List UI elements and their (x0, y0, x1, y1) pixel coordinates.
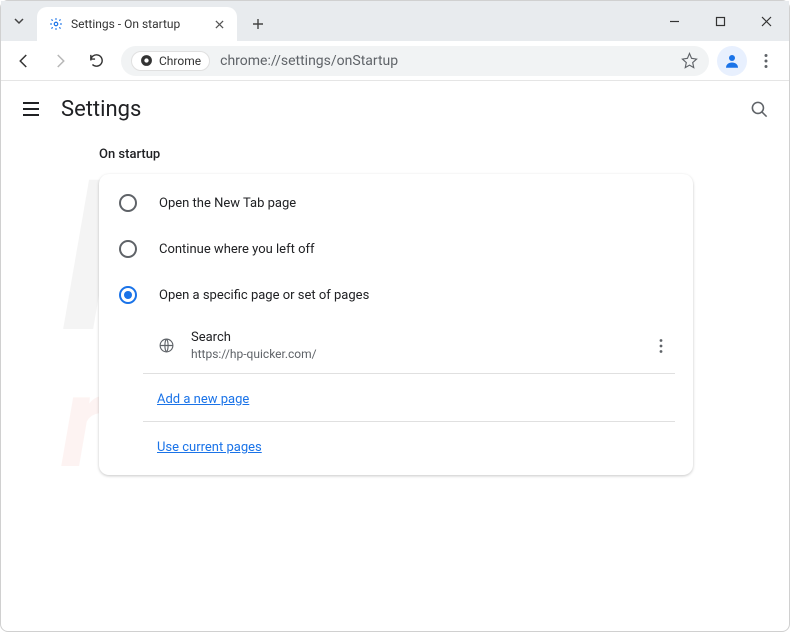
bookmark-button[interactable] (681, 52, 699, 69)
window-controls (651, 1, 789, 41)
minimize-button[interactable] (651, 1, 697, 41)
titlebar: Settings - On startup (1, 1, 789, 41)
close-window-button[interactable] (743, 1, 789, 41)
page-name: Search (191, 330, 633, 345)
startup-card: Open the New Tab page Continue where you… (99, 174, 693, 475)
close-icon (215, 20, 224, 29)
chevron-down-icon (13, 15, 25, 27)
browser-menu-button[interactable] (749, 44, 783, 78)
plus-icon (252, 18, 264, 30)
arrow-right-icon (51, 52, 69, 70)
star-icon (681, 52, 698, 69)
browser-toolbar: Chrome chrome://settings/onStartup (1, 41, 789, 81)
section-title: On startup (99, 147, 789, 162)
add-page-link[interactable]: Add a new page (157, 392, 249, 407)
search-settings-button[interactable] (747, 97, 771, 121)
page-text: Search https://hp-quicker.com/ (191, 330, 633, 361)
site-chip-label: Chrome (159, 54, 201, 68)
radio-label: Open a specific page or set of pages (159, 288, 369, 303)
radio-label: Continue where you left off (159, 242, 315, 257)
new-tab-button[interactable] (243, 9, 273, 39)
address-bar[interactable]: Chrome chrome://settings/onStartup (121, 46, 709, 76)
radio-icon (119, 194, 137, 212)
profile-button[interactable] (717, 46, 747, 76)
use-current-link[interactable]: Use current pages (157, 440, 262, 455)
startup-pages-block: Search https://hp-quicker.com/ (143, 318, 693, 373)
tab-title: Settings - On startup (71, 17, 203, 31)
maximize-icon (715, 16, 726, 27)
reload-icon (88, 52, 105, 69)
radio-icon (119, 286, 137, 304)
startup-page-row: Search https://hp-quicker.com/ (143, 318, 693, 373)
radio-option-continue[interactable]: Continue where you left off (99, 226, 693, 272)
radio-option-new-tab[interactable]: Open the New Tab page (99, 180, 693, 226)
minimize-icon (669, 16, 680, 27)
tab-search-dropdown[interactable] (1, 1, 37, 41)
site-chip[interactable]: Chrome (131, 51, 210, 71)
menu-toggle-button[interactable] (19, 97, 43, 121)
kebab-icon (653, 338, 669, 354)
hamburger-icon (22, 100, 40, 118)
radio-icon (119, 240, 137, 258)
back-button[interactable] (7, 44, 41, 78)
person-icon (723, 52, 741, 70)
radio-label: Open the New Tab page (159, 196, 296, 211)
chrome-icon (140, 54, 153, 67)
settings-content: On startup Open the New Tab page Continu… (1, 137, 789, 475)
kebab-icon (758, 53, 774, 69)
forward-button[interactable] (43, 44, 77, 78)
search-icon (750, 100, 769, 119)
globe-icon (157, 337, 175, 355)
add-page-row: Add a new page (143, 374, 693, 421)
reload-button[interactable] (79, 44, 113, 78)
page-url: https://hp-quicker.com/ (191, 347, 633, 361)
page-title: Settings (61, 97, 141, 122)
url-text[interactable]: chrome://settings/onStartup (220, 53, 671, 69)
page-more-button[interactable] (649, 338, 673, 354)
gear-icon (49, 17, 63, 31)
use-current-row: Use current pages (143, 422, 693, 469)
browser-tab[interactable]: Settings - On startup (37, 7, 237, 41)
settings-header: Settings (1, 81, 789, 137)
close-icon (761, 16, 772, 27)
arrow-left-icon (15, 52, 33, 70)
radio-option-specific-pages[interactable]: Open a specific page or set of pages (99, 272, 693, 318)
tab-close-button[interactable] (211, 16, 227, 32)
maximize-button[interactable] (697, 1, 743, 41)
